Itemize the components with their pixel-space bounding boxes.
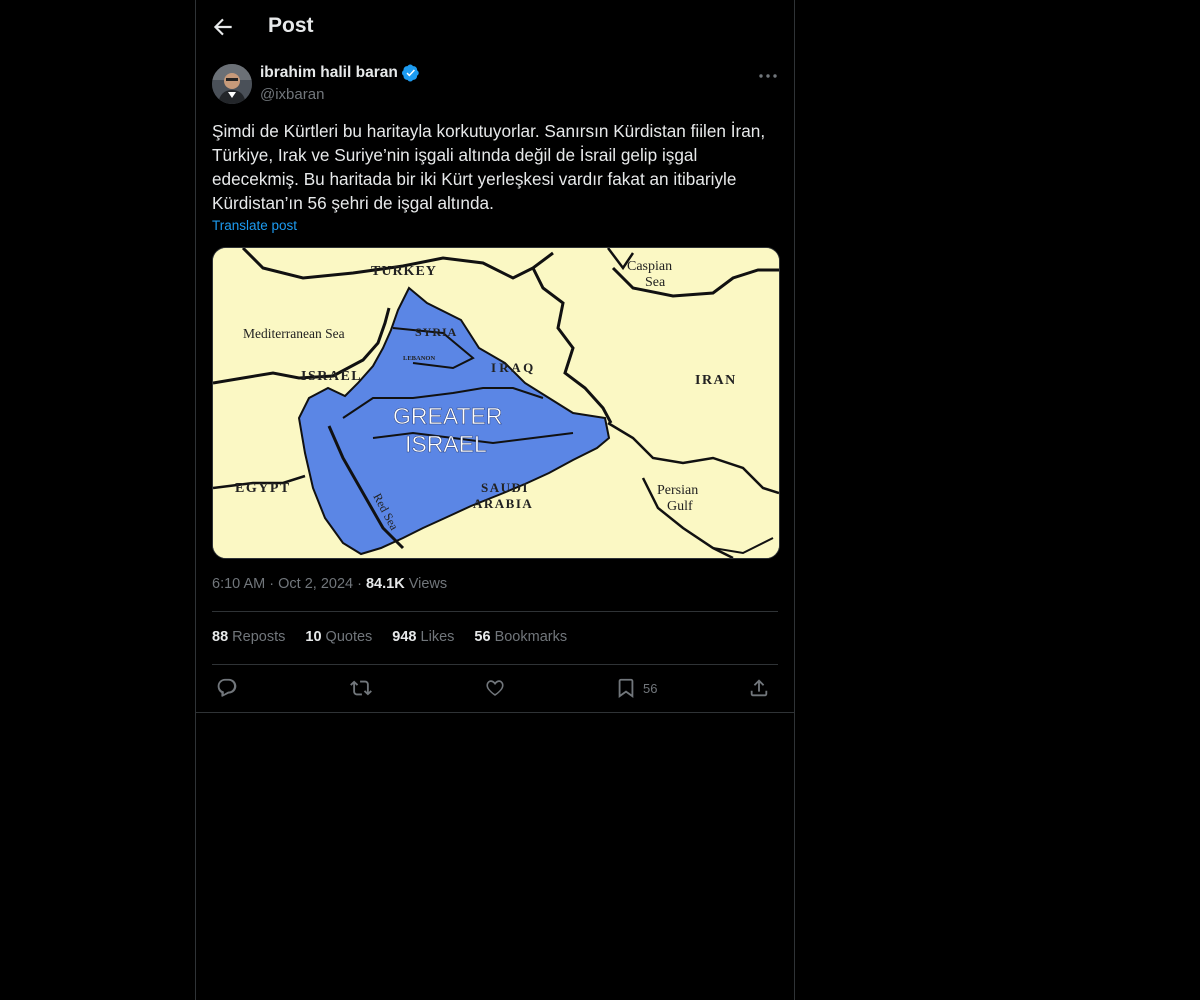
action-bar: 56 <box>212 676 778 702</box>
bookmarks-count: 56 <box>474 629 491 645</box>
quotes-label: Quotes <box>325 629 373 645</box>
map-label-mediterranean: Mediterranean Sea <box>243 326 345 341</box>
repost-icon <box>350 680 372 696</box>
views-count: 84.1K <box>365 576 405 592</box>
like-button[interactable] <box>484 676 506 700</box>
map-label-iraq: I R A Q <box>491 360 533 375</box>
reposts-stat[interactable]: 88 Reposts <box>212 629 285 645</box>
divider <box>212 664 778 665</box>
map-label-iran: IRAN <box>695 373 737 388</box>
reply-icon <box>217 678 237 697</box>
bookmark-icon <box>618 678 634 698</box>
quotes-count: 10 <box>305 629 322 645</box>
map-label-caspian-sea: Sea <box>645 275 666 290</box>
map-label-saudi: SAUDI <box>481 480 529 495</box>
post-date[interactable]: Oct 2, 2024 <box>278 576 353 592</box>
reposts-label: Reposts <box>232 629 286 645</box>
map-label-turkey: TURKEY <box>371 264 437 279</box>
divider <box>212 611 778 612</box>
translate-post-link[interactable]: Translate post <box>212 218 297 233</box>
map-label-caspian: Caspian <box>627 259 672 274</box>
arrow-left-icon <box>213 18 232 36</box>
quotes-stat[interactable]: 10 Quotes <box>305 629 372 645</box>
map-label-israel: ISRAEL <box>301 369 362 384</box>
map-label-syria: SYRIA <box>415 325 457 339</box>
post-column: Post ibrahim halil baran @ixbaran Şimdi … <box>195 0 795 1000</box>
bookmarks-stat[interactable]: 56 Bookmarks <box>474 629 567 645</box>
post-image-map[interactable]: TURKEY Caspian Sea Mediterranean Sea SYR… <box>212 247 780 559</box>
post-meta: 6:10 AM · Oct 2, 2024 · 84.1K Views <box>212 576 447 592</box>
author-handle[interactable]: @ixbaran <box>260 86 324 103</box>
map-label-greater-israel: ISRAEL <box>405 431 487 457</box>
repost-button[interactable] <box>350 676 372 700</box>
map-label-gulf: Gulf <box>667 499 693 514</box>
more-dots-icon <box>759 74 777 78</box>
verified-badge-icon <box>401 64 419 82</box>
back-button[interactable] <box>210 14 236 40</box>
reposts-count: 88 <box>212 629 229 645</box>
map-label-arabia: ARABIA <box>473 496 533 511</box>
map-label-lebanon: LEBANON <box>403 355 435 362</box>
avatar[interactable] <box>212 64 252 104</box>
share-button[interactable] <box>748 676 770 700</box>
map-label-greater: GREATER <box>393 403 502 429</box>
bookmarks-label: Bookmarks <box>494 629 568 645</box>
post-time[interactable]: 6:10 AM <box>212 576 265 592</box>
likes-count: 948 <box>392 629 417 645</box>
bookmark-button[interactable]: 56 <box>615 676 657 700</box>
views-label: Views <box>408 576 448 592</box>
map-label-persian: Persian <box>657 483 698 498</box>
meta-separator: · <box>357 576 362 592</box>
likes-label: Likes <box>420 629 455 645</box>
more-options-button[interactable] <box>756 66 780 86</box>
page-title: Post <box>268 14 314 37</box>
meta-separator: · <box>269 576 275 592</box>
likes-stat[interactable]: 948 Likes <box>392 629 454 645</box>
map-label-egypt: EGYPT <box>235 481 291 496</box>
author-display-name[interactable]: ibrahim halil baran <box>260 64 398 82</box>
reply-button[interactable] <box>216 676 238 700</box>
engagement-stats: 88 Reposts 10 Quotes 948 Likes 56 Bookma… <box>212 629 567 645</box>
share-icon <box>750 679 768 697</box>
post-text: Şimdi de Kürtleri bu haritayla korkutuyo… <box>212 121 766 213</box>
top-bar: Post <box>196 0 794 53</box>
like-icon <box>486 680 504 696</box>
divider <box>196 712 794 713</box>
bookmark-count: 56 <box>643 680 658 696</box>
